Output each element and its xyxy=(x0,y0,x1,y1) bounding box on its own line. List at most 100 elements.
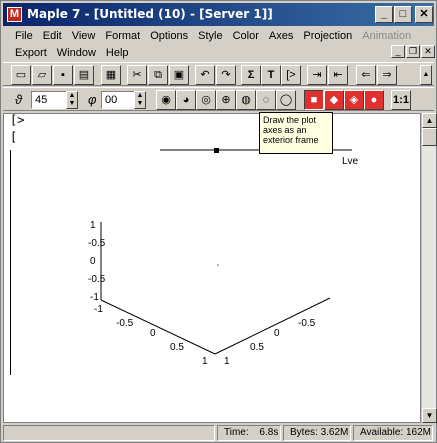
menu-file[interactable]: File xyxy=(9,28,37,44)
style-point-icon[interactable]: ◯ xyxy=(276,90,296,110)
scroll-up-icon[interactable]: ▲ xyxy=(422,113,437,128)
phi-label: φ xyxy=(88,92,97,107)
indent-icon[interactable]: ⇥ xyxy=(307,65,327,85)
y-tick-4: -0.5 xyxy=(298,318,316,329)
x-tick-1: -1 xyxy=(94,304,103,315)
menu-help[interactable]: Help xyxy=(100,45,133,61)
plot-toolbar: ϑ 45 ▲ ▼ φ 00 ▲ ▼ ◉ ◕ ◎ ⊕ ◍ ◌ ◯ ■ ◆ ◈ ● 1:… xyxy=(3,87,434,111)
phi-spinner[interactable]: ▲ ▼ xyxy=(134,91,146,109)
menu-style[interactable]: Style xyxy=(192,28,226,44)
style-wireframe-icon[interactable]: ⊕ xyxy=(216,90,236,110)
undo-icon[interactable]: ↶ xyxy=(195,65,215,85)
menu-projection[interactable]: Projection xyxy=(297,28,356,44)
z-tick-5: -1 xyxy=(90,292,99,303)
theta-label: ϑ xyxy=(15,92,23,107)
x-tick-4: 0.5 xyxy=(170,342,184,353)
legend-label: Lve xyxy=(342,156,359,167)
status-available: Available: 162M xyxy=(353,425,433,441)
axes-boxed-icon[interactable]: ■ xyxy=(304,90,324,110)
y-tick-3: 0 xyxy=(274,328,280,339)
status-bytes: Bytes: 3.62M xyxy=(283,425,351,441)
maple-window: M Maple 7 - [Untitled (10) - [Server 1]]… xyxy=(0,0,437,443)
text-icon[interactable]: T xyxy=(261,65,281,85)
z-tick-4: -0.5 xyxy=(88,274,106,285)
status-time-value: 6.8s xyxy=(259,427,279,438)
tooltip-line-3: exterior frame xyxy=(263,135,319,145)
x-tick-3: 0 xyxy=(150,328,156,339)
menu-color[interactable]: Color xyxy=(227,28,263,44)
save-icon[interactable]: ▪ xyxy=(53,65,73,85)
menu-window[interactable]: Window xyxy=(51,45,100,61)
outdent-icon[interactable]: ⇤ xyxy=(328,65,348,85)
status-bar: Time: 6.8s Bytes: 3.62M Available: 162M xyxy=(3,424,434,442)
scroll-thumb[interactable] xyxy=(422,128,437,146)
prompt-icon[interactable]: [> xyxy=(281,65,301,85)
status-available-label: Available: xyxy=(360,427,404,438)
theta-input[interactable]: 45 xyxy=(31,91,67,109)
z-tick-2: -0.5 xyxy=(88,238,106,249)
legend-marker xyxy=(214,148,219,153)
redo-icon[interactable]: ↷ xyxy=(216,65,236,85)
phi-input[interactable]: 00 xyxy=(101,91,135,109)
close-button[interactable]: ✕ xyxy=(415,6,433,23)
maximize-button[interactable]: □ xyxy=(394,6,412,23)
menu-bar: File Edit View Format Options Style Colo… xyxy=(3,28,435,62)
standard-toolbar: ▭ ▱ ▪ ▤ ▦ ✂ ⧉ ▣ ↶ ↷ Σ T [> ⇥ ⇤ ⇐ ⇒ ▲ xyxy=(3,62,434,86)
vertical-scrollbar[interactable]: ▲ ▼ xyxy=(421,113,437,423)
axes-normal-icon[interactable]: ◈ xyxy=(344,90,364,110)
print-icon[interactable]: ▤ xyxy=(74,65,94,85)
axes-frame-icon[interactable]: ◆ xyxy=(324,90,344,110)
status-time: Time: 6.8s xyxy=(217,425,281,441)
forward-icon[interactable]: ⇒ xyxy=(377,65,397,85)
x-tick-5: 1 xyxy=(202,356,208,367)
new-icon[interactable]: ▭ xyxy=(11,65,31,85)
style-patchnogrid-icon[interactable]: ◕ xyxy=(176,90,196,110)
status-message xyxy=(3,425,215,441)
worksheet-area[interactable]: [> [ Lve 1 -0.5 0 -0.5 -1 -1 -0.5 0 0.5 … xyxy=(3,113,421,423)
sigma-icon[interactable]: Σ xyxy=(241,65,261,85)
window-title: Maple 7 - [Untitled (10) - [Server 1]] xyxy=(27,7,273,21)
mdi-minimize-button[interactable]: _ xyxy=(391,45,405,58)
y-tick-2: 0.5 xyxy=(250,342,264,353)
copy-icon[interactable]: ⧉ xyxy=(148,65,168,85)
tooltip-line-2: axes as an xyxy=(263,125,307,135)
mdi-restore-button[interactable]: ❐ xyxy=(406,45,420,58)
y-tick-1: 1 xyxy=(224,356,230,367)
mdi-close-button[interactable]: ✕ xyxy=(421,45,435,58)
menu-view[interactable]: View xyxy=(66,28,100,44)
status-bytes-label: Bytes: xyxy=(290,427,318,438)
axes-none-icon[interactable]: ● xyxy=(364,90,384,110)
print-preview-icon[interactable]: ▦ xyxy=(101,65,121,85)
style-hidden-icon[interactable]: ◌ xyxy=(256,90,276,110)
menu-export[interactable]: Export xyxy=(9,45,51,61)
menu-axes[interactable]: Axes xyxy=(263,28,297,44)
menu-animation[interactable]: Animation xyxy=(356,28,415,44)
title-bar[interactable]: M Maple 7 - [Untitled (10) - [Server 1]]… xyxy=(3,3,434,26)
status-available-value: 162M xyxy=(405,427,431,438)
theta-spinner[interactable]: ▲ ▼ xyxy=(66,91,78,109)
cut-icon[interactable]: ✂ xyxy=(127,65,147,85)
status-time-label: Time: xyxy=(224,427,249,438)
axes-tooltip: Draw the plot axes as an exterior frame xyxy=(259,112,333,154)
plot-point xyxy=(217,264,219,266)
menu-row-2: Export Window Help xyxy=(9,45,133,61)
menu-format[interactable]: Format xyxy=(99,28,144,44)
maple-app-icon[interactable]: M xyxy=(7,7,22,22)
x-tick-2: -0.5 xyxy=(116,318,134,329)
open-icon[interactable]: ▱ xyxy=(32,65,52,85)
back-icon[interactable]: ⇐ xyxy=(356,65,376,85)
plot-3d[interactable]: Lve 1 -0.5 0 -0.5 -1 -1 -0.5 0 0.5 1 1 0… xyxy=(4,114,422,424)
menu-options[interactable]: Options xyxy=(144,28,192,44)
minimize-button[interactable]: _ xyxy=(375,6,393,23)
tooltip-line-1: Draw the plot xyxy=(263,115,317,125)
paste-icon[interactable]: ▣ xyxy=(169,65,189,85)
style-patch-icon[interactable]: ◉ xyxy=(156,90,176,110)
status-bytes-value: 3.62M xyxy=(320,427,349,438)
menu-edit[interactable]: Edit xyxy=(37,28,66,44)
constrained-icon[interactable]: 1:1 xyxy=(391,90,411,110)
z-tick-1: 1 xyxy=(90,220,96,231)
style-contour-icon[interactable]: ◍ xyxy=(236,90,256,110)
scroll-down-icon[interactable]: ▼ xyxy=(422,408,437,423)
toolbar-scroll-icon[interactable]: ▲ xyxy=(420,65,432,85)
style-patchcontour-icon[interactable]: ◎ xyxy=(196,90,216,110)
